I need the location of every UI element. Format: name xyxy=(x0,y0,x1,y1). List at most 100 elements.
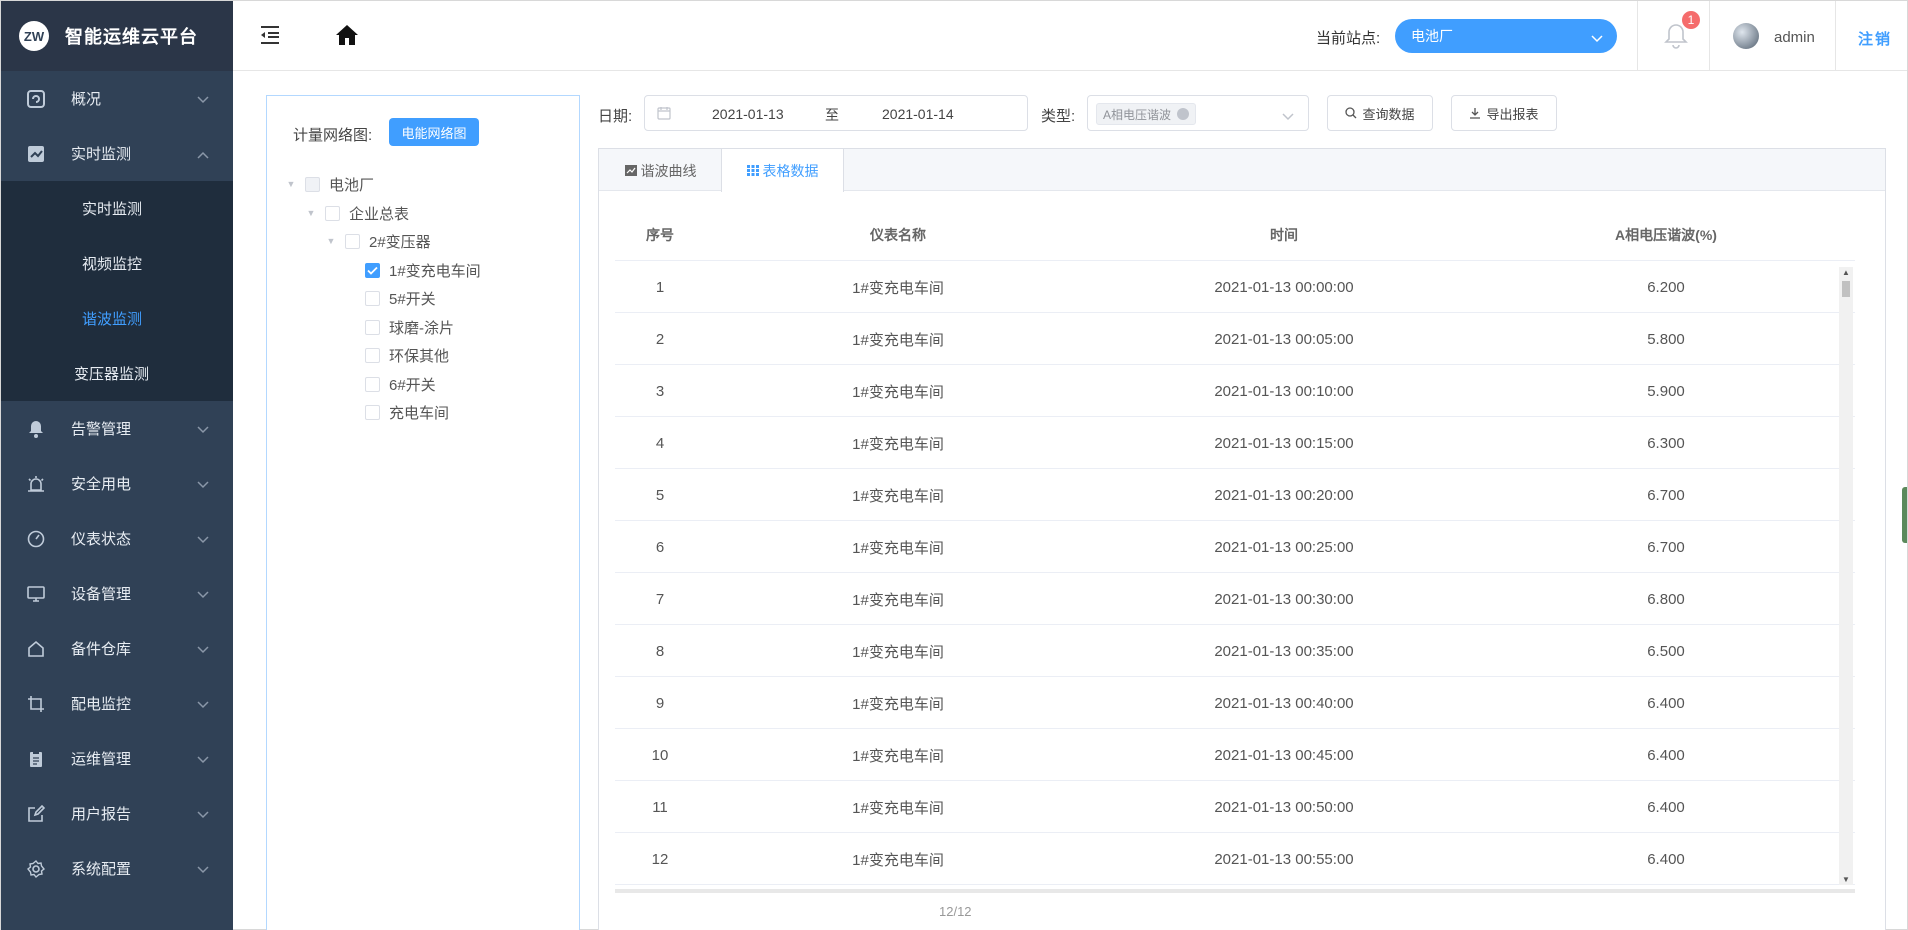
scrollbar-thumb[interactable] xyxy=(1842,281,1850,297)
table-row[interactable]: 5 1#变充电车间 2021-01-13 00:20:00 6.700 xyxy=(615,469,1855,521)
table-cell: 1#变充电车间 xyxy=(852,487,944,505)
tree-checkbox[interactable] xyxy=(365,347,380,363)
date-range-picker[interactable]: 2021-01-13 至 2021-01-14 xyxy=(644,95,1028,131)
logo[interactable]: ZW 智能运维云平台 xyxy=(1,1,233,71)
table-cell: 6.200 xyxy=(1647,278,1685,296)
scroll-up-icon[interactable]: ▲ xyxy=(1842,268,1850,277)
table-row[interactable]: 3 1#变充电车间 2021-01-13 00:10:00 5.900 xyxy=(615,365,1855,417)
tab-table-data[interactable]: 表格数据 xyxy=(721,149,844,192)
tree-node[interactable]: 5#开关 xyxy=(345,287,436,309)
sidebar-item-reports[interactable]: 用户报告 xyxy=(1,786,233,841)
table-cell: 2021-01-13 00:15:00 xyxy=(1214,434,1354,452)
tree-checkbox[interactable] xyxy=(365,290,380,306)
tree-node[interactable]: 1#变充电车间 xyxy=(345,259,481,281)
table-row[interactable]: 9 1#变充电车间 2021-01-13 00:40:00 6.400 xyxy=(615,677,1855,729)
sidebar-item-distribution[interactable]: 配电监控 xyxy=(1,676,233,731)
column-header[interactable]: 时间 xyxy=(1091,209,1477,261)
export-button-label: 导出报表 xyxy=(1486,106,1539,122)
tree-node[interactable]: 环保其他 xyxy=(345,344,449,366)
sidebar-item-safety[interactable]: 安全用电 xyxy=(1,456,233,511)
tree-checkbox[interactable] xyxy=(365,376,380,392)
username[interactable]: admin xyxy=(1774,29,1815,46)
sidebar-item-overview[interactable]: 概况 xyxy=(1,71,233,126)
table-cell: 5.800 xyxy=(1647,330,1685,348)
tab-harmonic-curve[interactable]: 谐波曲线 xyxy=(599,149,722,192)
column-header[interactable]: 仪表名称 xyxy=(705,209,1091,261)
tree-node[interactable]: ▼ 2#变压器 xyxy=(325,230,431,252)
type-select[interactable]: A相电压谐波 xyxy=(1087,95,1309,131)
tree-checkbox[interactable] xyxy=(325,205,340,221)
home-icon[interactable] xyxy=(335,24,359,51)
tree-node[interactable]: 充电车间 xyxy=(345,401,449,423)
tree-node[interactable]: ▼ 企业总表 xyxy=(305,202,409,224)
table-cell: 1#变充电车间 xyxy=(852,799,944,817)
submenu-item-video[interactable]: 视频监控 xyxy=(1,236,233,291)
sidebar: ZW 智能运维云平台 概况 实时监测 实时监测 视频监控 谐波监测 变压器监测 xyxy=(1,1,233,930)
sidebar-item-meter-status[interactable]: 仪表状态 xyxy=(1,511,233,566)
table-cell: 3 xyxy=(655,382,665,400)
tree-checkbox-checked[interactable] xyxy=(365,262,380,278)
table-cell: 12 xyxy=(651,850,669,868)
table-row[interactable]: 4 1#变充电车间 2021-01-13 00:15:00 6.300 xyxy=(615,417,1855,469)
sidebar-item-realtime[interactable]: 实时监测 xyxy=(1,126,233,181)
table-cell: 7 xyxy=(655,590,665,608)
submenu-item-realtime-monitor[interactable]: 实时监测 xyxy=(1,181,233,236)
chevron-down-icon xyxy=(197,586,209,603)
expand-arrow-icon[interactable]: ▼ xyxy=(285,179,297,189)
tree-checkbox[interactable] xyxy=(365,404,380,420)
sidebar-item-settings[interactable]: 系统配置 xyxy=(1,841,233,896)
logout-button[interactable]: 注销 xyxy=(1858,28,1892,49)
expand-arrow-icon[interactable]: ▼ xyxy=(305,208,317,218)
sidebar-item-devices[interactable]: 设备管理 xyxy=(1,566,233,621)
query-button[interactable]: 查询数据 xyxy=(1327,95,1433,131)
sidebar-item-label: 概况 xyxy=(71,91,102,108)
submenu-item-harmonic[interactable]: 谐波监测 xyxy=(1,291,233,346)
site-select[interactable]: 电池厂 xyxy=(1395,19,1617,53)
tree-node-label: 2#变压器 xyxy=(369,233,431,251)
table-row[interactable]: 2 1#变充电车间 2021-01-13 00:05:00 5.800 xyxy=(615,313,1855,365)
vertical-scrollbar[interactable]: ▲ ▼ xyxy=(1839,267,1853,885)
tree-node[interactable]: 球磨-涂片 xyxy=(345,316,454,338)
house-icon xyxy=(27,640,45,658)
date-start-input[interactable]: 2021-01-13 xyxy=(712,106,784,122)
table-body: 1 1#变充电车间 2021-01-13 00:00:00 6.200 2 1#变充电车间… xyxy=(615,261,1855,885)
column-header[interactable]: 序号 xyxy=(615,209,705,261)
avatar[interactable] xyxy=(1733,23,1759,49)
submenu-item-transformer[interactable]: 变压器监测 xyxy=(1,346,233,401)
table-row[interactable]: 1 1#变充电车间 2021-01-13 00:00:00 6.200 xyxy=(615,261,1855,313)
table-row[interactable]: 6 1#变充电车间 2021-01-13 00:25:00 6.700 xyxy=(615,521,1855,573)
tree-checkbox[interactable] xyxy=(345,233,360,249)
tag-close-icon[interactable] xyxy=(1177,108,1190,120)
export-button[interactable]: 导出报表 xyxy=(1451,95,1557,131)
scroll-down-icon[interactable]: ▼ xyxy=(1842,875,1850,884)
main-content: 计量网络图: 电能网络图 ▼ 电池厂 ▼ 企业总表 ▼ 2#变压器 1#变充电车… xyxy=(233,72,1907,930)
table-cell: 6.400 xyxy=(1647,798,1685,816)
sidebar-item-warehouse[interactable]: 备件仓库 xyxy=(1,621,233,676)
table-row[interactable]: 10 1#变充电车间 2021-01-13 00:45:00 6.400 xyxy=(615,729,1855,781)
date-end-input[interactable]: 2021-01-14 xyxy=(882,106,954,122)
tree-node[interactable]: ▼ 电池厂 xyxy=(285,173,374,195)
collapse-menu-icon[interactable] xyxy=(259,25,281,50)
table-cell: 2021-01-13 00:05:00 xyxy=(1214,330,1354,348)
energy-network-button[interactable]: 电能网络图 xyxy=(389,118,479,146)
tree-checkbox[interactable] xyxy=(365,319,380,335)
tree-checkbox[interactable] xyxy=(305,176,320,192)
table-cell: 2021-01-13 00:45:00 xyxy=(1214,746,1354,764)
column-header[interactable]: A相电压谐波(%) xyxy=(1477,209,1855,261)
expand-arrow-icon[interactable]: ▼ xyxy=(325,236,337,246)
table-row[interactable]: 7 1#变充电车间 2021-01-13 00:30:00 6.800 xyxy=(615,573,1855,625)
table-row[interactable]: 8 1#变充电车间 2021-01-13 00:35:00 6.500 xyxy=(615,625,1855,677)
sidebar-item-label: 设备管理 xyxy=(71,586,132,603)
notification-badge: 1 xyxy=(1681,10,1701,30)
table-row[interactable]: 12 1#变充电车间 2021-01-13 00:55:00 6.400 xyxy=(615,833,1855,885)
table-cell: 6.500 xyxy=(1647,642,1685,660)
tree-node[interactable]: 6#开关 xyxy=(345,373,436,395)
sidebar-item-alarm[interactable]: 告警管理 xyxy=(1,401,233,456)
horizontal-scrollbar[interactable] xyxy=(615,889,1855,893)
table-cell: 6.400 xyxy=(1647,746,1685,764)
sidebar-item-label: 运维管理 xyxy=(71,751,132,768)
side-panel-handle[interactable] xyxy=(1902,487,1907,543)
table-row[interactable]: 11 1#变充电车间 2021-01-13 00:50:00 6.400 xyxy=(615,781,1855,833)
tab-label: 谐波曲线 xyxy=(640,162,697,179)
sidebar-item-operations[interactable]: 运维管理 xyxy=(1,731,233,786)
